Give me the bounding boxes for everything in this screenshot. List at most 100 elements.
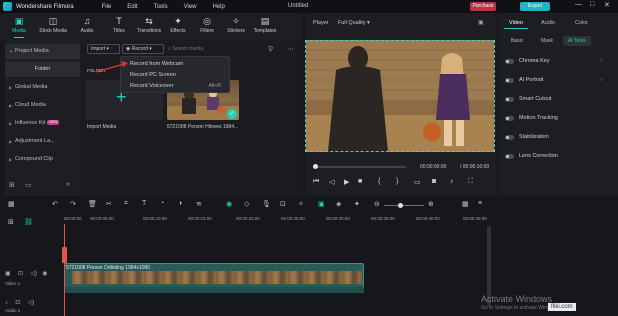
text-icon[interactable]: T [142, 200, 146, 207]
delete-icon[interactable]: 🗑 [88, 200, 97, 208]
tab-audio-props[interactable]: Audio [541, 20, 555, 26]
speaker-icon[interactable]: ◁) [28, 300, 35, 306]
step-back-icon[interactable]: ◁ [329, 178, 334, 186]
titles-icon: T [116, 16, 122, 26]
speed-icon[interactable]: ◔ [160, 200, 164, 207]
menu-item-record-webcam[interactable]: Record from Webcam [130, 61, 183, 67]
sidebar-item-cloud-media[interactable]: ▶ Cloud Media [5, 98, 80, 113]
snapshot-icon[interactable]: ▣ [478, 19, 484, 26]
mark-out-icon[interactable]: } [396, 178, 398, 185]
tab-audio[interactable]: ♫ Audio [70, 17, 104, 35]
marker-icon[interactable]: ◇ [244, 200, 249, 208]
menu-tools[interactable]: Tools [154, 4, 168, 10]
sidebar-item-influence-kit[interactable]: ▶ Influence Kit NEW [5, 116, 80, 131]
menu-help[interactable]: Help [213, 4, 225, 10]
speaker-icon[interactable]: ◁) [30, 271, 37, 277]
tab-color[interactable]: Color [575, 20, 588, 26]
lens-correction-toggle[interactable] [505, 154, 514, 159]
mix-icon[interactable]: ▣ [318, 200, 325, 208]
stabilization-toggle[interactable] [505, 135, 514, 140]
collapse-icon[interactable]: « [66, 181, 70, 188]
effect-icon[interactable]: ✦ [354, 200, 360, 208]
snap-icon[interactable]: ◉ [226, 200, 232, 208]
subtab-basic[interactable]: Basic [506, 36, 528, 46]
camera-icon[interactable]: ◙ [432, 178, 436, 185]
play-icon[interactable]: ▶ [344, 178, 349, 186]
menu-edit[interactable]: Edit [127, 4, 137, 10]
more-icon[interactable]: ⋯ [287, 45, 294, 53]
feature-ai-portrait[interactable]: AI Portrait ○ [505, 73, 613, 88]
subtab-mask[interactable]: Mask [536, 36, 558, 46]
zoom-out-icon[interactable]: ⊖ [374, 200, 380, 208]
feature-lens-correction[interactable]: Lens Correction [505, 149, 613, 164]
sidebar-item-folder[interactable]: Folder [5, 62, 80, 77]
feature-chroma-key[interactable]: Chroma Key ○ [505, 54, 613, 69]
import-button[interactable]: Import ▾ [87, 44, 120, 54]
redo-icon[interactable]: ↷ [70, 200, 76, 208]
sidebar-item-adjustment-layer[interactable]: ▶ Adjustment La... [5, 134, 80, 149]
export-button[interactable]: Export [520, 2, 550, 11]
menu-view[interactable]: View [184, 4, 197, 10]
volume-icon[interactable]: ♪ [450, 178, 454, 185]
subtab-ai-tools[interactable]: AI Tools [563, 36, 591, 46]
menu-item-record-voiceover[interactable]: Record Voiceover [130, 83, 173, 89]
feature-motion-tracking[interactable]: Motion Tracking [505, 111, 613, 126]
monitor-icon[interactable]: ▭ [414, 178, 421, 186]
mic-icon[interactable]: 🎙 [262, 200, 271, 208]
quality-select[interactable]: Full Quality ▾ [338, 20, 370, 26]
maximize-icon[interactable]: □ [590, 1, 594, 8]
link-icon[interactable]: ⛓ [24, 218, 33, 226]
menu-item-record-screen[interactable]: Record PC Screen [130, 72, 176, 78]
audio-wave-icon[interactable]: ≋ [196, 200, 202, 208]
tab-templates[interactable]: ▤ Templates [248, 17, 282, 35]
keyframe-icon[interactable]: ◈ [336, 200, 341, 208]
menu-file[interactable]: File [102, 4, 112, 10]
folder-icon[interactable]: ▭ [25, 181, 32, 189]
sidebar-item-project-media[interactable]: ▼ Project Media [5, 44, 80, 59]
tab-media[interactable]: ▣ Media [2, 17, 36, 38]
chroma-key-toggle[interactable] [505, 59, 514, 64]
crop-icon[interactable]: ⌗ [124, 200, 128, 208]
zoom-in-icon[interactable]: ⊕ [428, 200, 434, 208]
fullscreen-icon[interactable]: ⛶ [468, 178, 473, 186]
eye-icon[interactable]: ◉ [42, 271, 47, 277]
smart-cutout-toggle[interactable] [505, 97, 514, 102]
feature-stabilization[interactable]: Stabilization [505, 130, 613, 145]
record-button[interactable]: ◉ Record ▾ [122, 44, 164, 54]
zoom-handle[interactable] [398, 203, 403, 208]
motion-tracking-toggle[interactable] [505, 116, 514, 121]
tab-stock-media[interactable]: ◫ Stock Media [36, 17, 70, 35]
playhead-handle[interactable] [62, 247, 67, 263]
grid-icon[interactable]: ▦ [462, 200, 469, 208]
sidebar-item-global-media[interactable]: ▶ Global Media [5, 80, 80, 95]
tab-video[interactable]: Video [509, 20, 523, 26]
stop-icon[interactable]: ■ [358, 178, 362, 185]
render-icon[interactable]: ⊡ [280, 200, 286, 208]
document-title: Untitled [288, 3, 309, 9]
new-folder-icon[interactable]: ⊞ [9, 181, 15, 189]
feature-smart-cutout[interactable]: Smart Cutout [505, 92, 613, 107]
purchase-button[interactable]: Purchase [470, 2, 496, 11]
add-track-icon[interactable]: ⊞ [8, 218, 14, 226]
lock-icon[interactable]: ⊡ [15, 300, 20, 306]
layout-icon[interactable]: ▦ [8, 200, 15, 208]
tab-titles[interactable]: T Titles [102, 16, 136, 35]
expand-icon[interactable]: ≡ [478, 200, 482, 207]
undo-icon[interactable]: ↶ [52, 200, 58, 208]
sidebar-item-compound-clip[interactable]: ▶ Compound Clip [5, 152, 80, 167]
zoom-slider[interactable] [384, 205, 424, 206]
search-input[interactable]: ⌕ Search media [168, 44, 263, 54]
playback-scrubber[interactable] [313, 166, 406, 168]
mark-in-icon[interactable]: { [378, 178, 380, 185]
color-icon[interactable]: ◑ [178, 200, 182, 207]
lock-icon[interactable]: ⊡ [18, 271, 23, 277]
skip-back-icon[interactable]: ⏮ [313, 178, 319, 186]
filter-icon[interactable]: ⚲ [268, 45, 273, 53]
playhead[interactable] [64, 224, 65, 316]
close-icon[interactable]: ✕ [604, 1, 610, 9]
split-icon[interactable]: ✂ [106, 200, 112, 208]
ai-portrait-toggle[interactable] [505, 78, 514, 83]
scrubber-handle[interactable] [313, 164, 318, 169]
minimize-icon[interactable]: — [575, 1, 582, 8]
ai-icon[interactable]: ✧ [298, 200, 304, 208]
